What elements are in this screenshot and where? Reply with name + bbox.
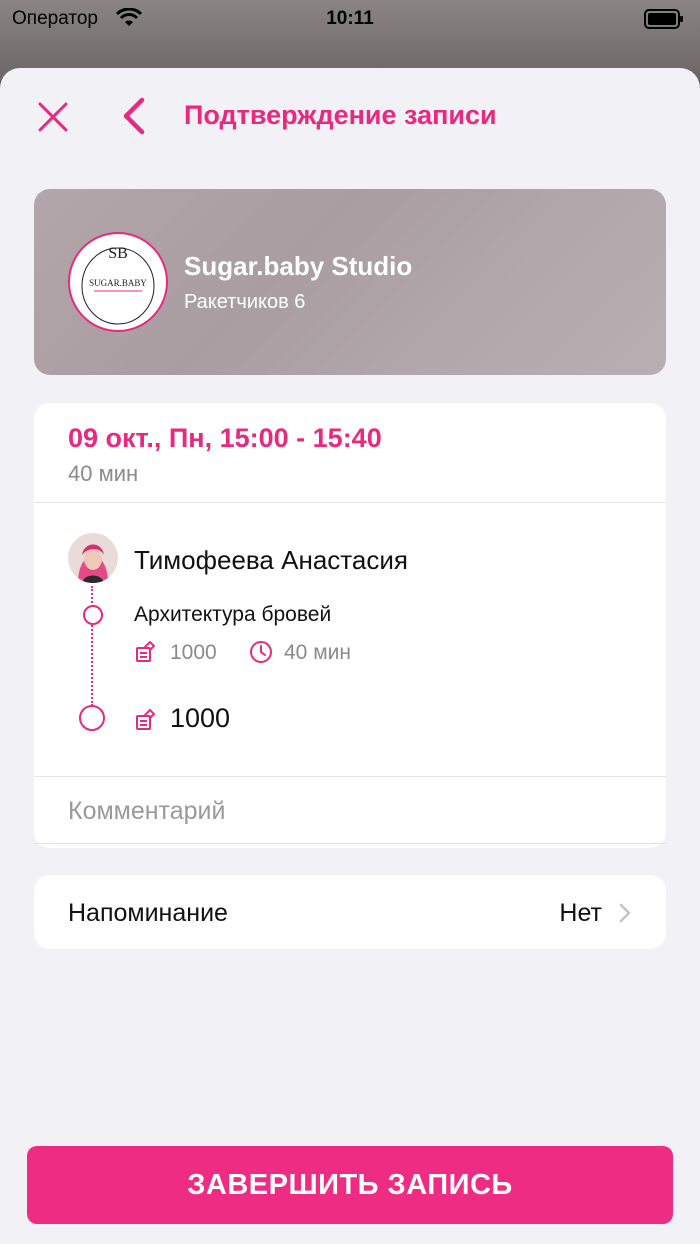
- service-name: Архитектура бровей: [134, 603, 332, 626]
- price-tag-icon: [135, 640, 156, 668]
- appointment-datetime: 09 окт., Пн, 15:00 - 15:40: [68, 423, 382, 453]
- total-price: 1000: [170, 703, 231, 733]
- battery-icon: [644, 9, 684, 34]
- back-button[interactable]: [118, 96, 148, 136]
- page-title: Подтверждение записи: [184, 100, 497, 130]
- finish-booking-button[interactable]: ЗАВЕРШИТЬ ЗАПИСЬ: [27, 1146, 673, 1224]
- reminder-value: Нет: [559, 899, 602, 927]
- timeline-node: [83, 605, 103, 625]
- studio-address: Ракетчиков 6: [184, 291, 306, 313]
- timeline-line: [91, 586, 93, 706]
- divider: [34, 502, 666, 503]
- divider: [34, 843, 666, 844]
- booking-confirmation-sheet: Подтверждение записи SB SUGAR.BABY Sugar…: [0, 68, 700, 1244]
- studio-card[interactable]: SB SUGAR.BABY Sugar.baby Studio Ракетчик…: [34, 189, 666, 375]
- chevron-left-icon: [123, 97, 145, 135]
- master-avatar: [68, 533, 118, 583]
- price-tag-icon: [135, 708, 156, 736]
- clock-time: 10:11: [326, 8, 374, 29]
- status-bar: Оператор 10:11: [0, 0, 700, 36]
- clock-icon: [249, 640, 273, 669]
- svg-text:SB: SB: [108, 245, 128, 262]
- reminder-row[interactable]: Напоминание Нет: [34, 875, 666, 949]
- service-duration: 40 мин: [284, 641, 351, 664]
- nav-bar: Подтверждение записи: [0, 68, 700, 168]
- appointment-duration: 40 мин: [68, 461, 139, 486]
- studio-name: Sugar.baby Studio: [184, 251, 413, 281]
- svg-text:SUGAR.BABY: SUGAR.BABY: [89, 278, 147, 288]
- reminder-label: Напоминание: [68, 899, 228, 927]
- close-icon: [38, 102, 68, 132]
- service-price: 1000: [170, 641, 217, 664]
- studio-logo: SB SUGAR.BABY: [68, 232, 168, 332]
- divider: [34, 776, 666, 777]
- close-button[interactable]: [36, 100, 70, 134]
- comment-input[interactable]: Комментарий: [68, 797, 225, 826]
- chevron-right-icon: [618, 902, 632, 929]
- appointment-details-card: 09 окт., Пн, 15:00 - 15:40 40 мин Тимофе…: [34, 403, 666, 848]
- master-name: Тимофеева Анастасия: [134, 545, 408, 575]
- timeline-node-total: [79, 705, 105, 731]
